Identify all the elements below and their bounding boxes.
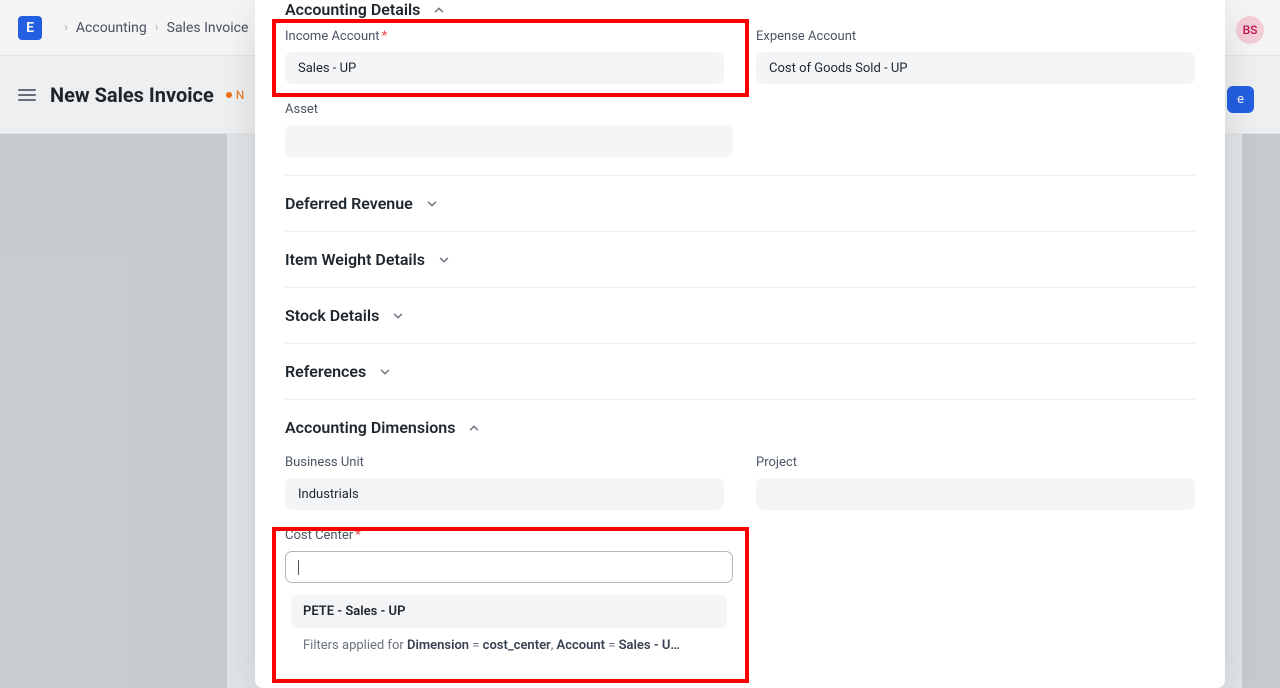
item-detail-modal: Accounting Details Income Account* Sales…	[255, 0, 1225, 688]
field-expense-account: Expense Account Cost of Goods Sold - UP	[756, 29, 1195, 84]
chevron-right-icon: ›	[155, 20, 159, 35]
field-label: Cost Center	[285, 528, 353, 543]
cost-center-input[interactable]	[285, 551, 733, 583]
section-stock-details[interactable]: Stock Details	[285, 287, 1195, 343]
breadcrumb-level1[interactable]: Accounting	[76, 20, 147, 36]
field-asset: Asset	[285, 102, 733, 157]
chevron-up-icon	[467, 421, 481, 435]
expense-account-input[interactable]: Cost of Goods Sold - UP	[756, 52, 1195, 84]
section-deferred-revenue[interactable]: Deferred Revenue	[285, 175, 1195, 231]
chevron-down-icon	[425, 197, 439, 211]
field-label: Expense Account	[756, 29, 856, 44]
save-button[interactable]: e	[1227, 86, 1254, 113]
field-label: Business Unit	[285, 455, 364, 470]
app-logo[interactable]: E	[18, 16, 42, 40]
chevron-right-icon: ›	[64, 20, 68, 35]
chevron-up-icon	[432, 3, 446, 17]
field-cost-center: Cost Center* PETE - Sales - UP Filters a…	[285, 528, 733, 663]
section-title: Deferred Revenue	[285, 194, 413, 213]
avatar[interactable]: BS	[1236, 16, 1264, 44]
section-title: Accounting Details	[285, 0, 420, 19]
page-title: New Sales Invoice	[50, 83, 214, 107]
chevron-down-icon	[437, 253, 451, 267]
income-account-input[interactable]: Sales - UP	[285, 52, 724, 84]
dropdown-filter-info: Filters applied for Dimension = cost_cen…	[291, 628, 727, 657]
field-project: Project	[756, 455, 1195, 510]
hamburger-icon[interactable]	[18, 89, 36, 101]
required-star: *	[382, 29, 388, 44]
breadcrumb-level2[interactable]: Sales Invoice	[167, 20, 249, 36]
business-unit-input[interactable]: Industrials	[285, 478, 724, 510]
section-accounting-details[interactable]: Accounting Details	[285, 0, 1195, 29]
status-label: N	[236, 88, 245, 102]
section-references[interactable]: References	[285, 343, 1195, 399]
section-title: Item Weight Details	[285, 250, 425, 269]
section-title: References	[285, 362, 366, 381]
dropdown-option[interactable]: PETE - Sales - UP	[291, 595, 727, 628]
section-title: Accounting Dimensions	[285, 418, 455, 437]
field-label: Project	[756, 455, 797, 470]
chevron-down-icon	[391, 309, 405, 323]
asset-input[interactable]	[285, 125, 733, 157]
section-title: Stock Details	[285, 306, 379, 325]
text-cursor	[298, 560, 299, 575]
field-label: Income Account	[285, 29, 380, 44]
chevron-down-icon	[378, 365, 392, 379]
section-item-weight[interactable]: Item Weight Details	[285, 231, 1195, 287]
cost-center-dropdown: PETE - Sales - UP Filters applied for Di…	[285, 589, 733, 663]
field-label: Asset	[285, 102, 318, 117]
required-star: *	[355, 528, 361, 543]
status-badge: N	[226, 88, 245, 102]
section-accounting-dimensions[interactable]: Accounting Dimensions	[285, 399, 1195, 455]
project-input[interactable]	[756, 478, 1195, 510]
field-income-account: Income Account* Sales - UP	[285, 29, 724, 84]
field-business-unit: Business Unit Industrials	[285, 455, 724, 510]
